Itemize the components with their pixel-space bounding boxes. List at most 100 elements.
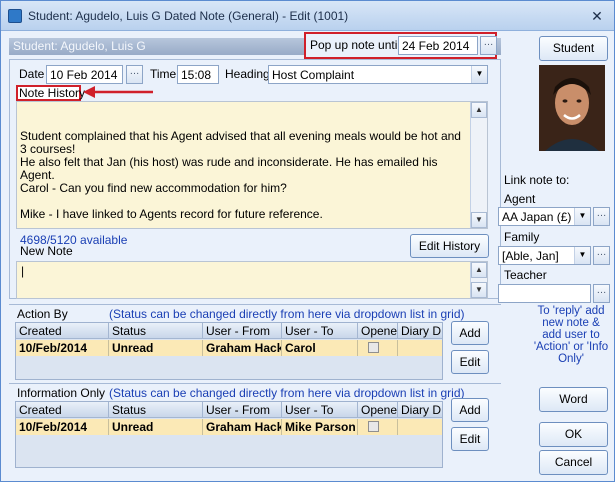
word-button[interactable]: Word	[539, 387, 608, 412]
cancel-button[interactable]: Cancel	[539, 450, 608, 475]
table-row[interactable]: 10/Feb/2014 Unread Graham Hack Carol	[16, 340, 442, 356]
cell-status[interactable]: Unread	[109, 340, 203, 356]
agent-lookup-button[interactable]: …	[593, 207, 610, 226]
red-arrow-annotation	[83, 86, 153, 98]
grid-header: Created Status User - From User - To Ope…	[16, 323, 442, 339]
table-row[interactable]: 10/Feb/2014 Unread Graham Hack Mike Pars…	[16, 419, 442, 435]
student-button-label: Student	[552, 41, 595, 55]
date-input[interactable]: 10 Feb 2014	[46, 65, 123, 84]
col-user-from[interactable]: User - From	[203, 402, 282, 418]
cell-created: 10/Feb/2014	[16, 419, 109, 435]
info-only-add-button[interactable]: Add	[451, 398, 489, 422]
col-diary[interactable]: Diary D	[398, 323, 442, 339]
time-label: Time	[150, 67, 177, 81]
action-by-hint: (Status can be changed directly from her…	[109, 307, 465, 321]
window-title: Student: Agudelo, Luis G Dated Note (Gen…	[28, 9, 349, 23]
info-edit-label: Edit	[459, 432, 481, 446]
teacher-label: Teacher	[504, 268, 547, 282]
heading-select[interactable]: Host Complaint ▼	[268, 65, 488, 84]
agent-select[interactable]: AA Japan (£) ▼	[498, 207, 591, 226]
cell-user-from: Graham Hack	[203, 419, 282, 435]
action-add-label: Add	[459, 326, 481, 340]
family-value: [Able, Jan]	[502, 249, 559, 263]
action-by-edit-button[interactable]: Edit	[451, 350, 489, 374]
col-opened[interactable]: Opene	[358, 323, 398, 339]
opened-checkbox[interactable]	[368, 421, 379, 432]
opened-checkbox[interactable]	[368, 342, 379, 353]
col-status[interactable]: Status	[109, 402, 203, 418]
popup-date-picker-button[interactable]: …	[480, 36, 497, 55]
cell-user-to: Mike Parson	[282, 419, 358, 435]
popup-until-label: Pop up note until	[310, 38, 401, 52]
col-status[interactable]: Status	[109, 323, 203, 339]
scroll-down-icon[interactable]: ▼	[471, 212, 487, 228]
close-icon[interactable]: ✕	[586, 7, 608, 25]
chevron-down-icon[interactable]: ▼	[574, 247, 590, 264]
agent-value: AA Japan (£)	[502, 210, 572, 224]
word-button-label: Word	[559, 392, 588, 406]
cell-user-to: Carol	[282, 340, 358, 356]
cell-created: 10/Feb/2014	[16, 340, 109, 356]
info-only-grid[interactable]: Created Status User - From User - To Ope…	[15, 401, 443, 468]
teacher-lookup-button[interactable]: …	[593, 284, 610, 303]
action-by-add-button[interactable]: Add	[451, 321, 489, 345]
cell-diary	[398, 419, 442, 435]
student-button[interactable]: Student	[539, 36, 608, 61]
col-user-from[interactable]: User - From	[203, 323, 282, 339]
edit-history-button[interactable]: Edit History	[410, 234, 489, 258]
cancel-button-label: Cancel	[554, 455, 593, 469]
info-only-edit-button[interactable]: Edit	[451, 427, 489, 451]
scroll-up-icon[interactable]: ▲	[471, 102, 487, 118]
ok-button-label: OK	[564, 427, 583, 441]
note-edit-window: Student: Agudelo, Luis G Dated Note (Gen…	[0, 0, 615, 482]
time-input[interactable]: 15:08	[177, 65, 219, 84]
family-select[interactable]: [Able, Jan] ▼	[498, 246, 591, 265]
date-label: Date	[19, 67, 45, 81]
info-only-title: Information Only	[17, 386, 106, 400]
reply-hint: To 'reply' add new note & add user to 'A…	[533, 305, 609, 365]
history-scrollbar[interactable]: ▲ ▼	[470, 102, 487, 228]
new-note-value: |	[21, 264, 25, 278]
ok-button[interactable]: OK	[539, 422, 608, 447]
app-icon	[8, 9, 22, 23]
col-created[interactable]: Created	[16, 402, 109, 418]
note-history-content: Student complained that his Agent advise…	[20, 129, 461, 221]
popup-until-date-input[interactable]: 24 Feb 2014	[398, 36, 478, 55]
cell-opened	[358, 419, 398, 435]
cell-opened	[358, 340, 398, 356]
heading-label: Heading	[225, 67, 270, 81]
agent-label: Agent	[504, 192, 536, 206]
student-photo-image	[539, 65, 605, 151]
col-opened[interactable]: Opene	[358, 402, 398, 418]
teacher-input[interactable]	[498, 284, 591, 303]
action-edit-label: Edit	[459, 355, 481, 369]
chevron-down-icon[interactable]: ▼	[574, 208, 590, 225]
col-created[interactable]: Created	[16, 323, 109, 339]
info-add-label: Add	[459, 403, 481, 417]
family-lookup-button[interactable]: …	[593, 246, 610, 265]
info-only-hint: (Status can be changed directly from her…	[109, 386, 465, 400]
heading-value: Host Complaint	[272, 68, 355, 82]
new-note-input[interactable]: | ▲ ▼	[16, 261, 488, 299]
title-bar: Student: Agudelo, Luis G Dated Note (Gen…	[1, 1, 614, 31]
chevron-down-icon[interactable]: ▼	[471, 66, 487, 83]
family-label: Family	[504, 230, 540, 244]
action-by-grid[interactable]: Created Status User - From User - To Ope…	[15, 322, 443, 380]
popup-until-highlight: Pop up note until 24 Feb 2014 …	[304, 32, 497, 59]
col-diary[interactable]: Diary D	[398, 402, 442, 418]
note-history-text[interactable]: Student complained that his Agent advise…	[16, 101, 488, 229]
col-user-to[interactable]: User - To	[282, 402, 358, 418]
cell-status[interactable]: Unread	[109, 419, 203, 435]
link-note-label: Link note to:	[504, 173, 570, 187]
scroll-down-icon[interactable]: ▼	[471, 282, 487, 298]
cell-diary	[398, 340, 442, 356]
student-photo	[539, 65, 605, 151]
edit-history-label: Edit History	[418, 239, 481, 253]
cell-user-from: Graham Hack	[203, 340, 282, 356]
new-note-scrollbar[interactable]: ▲ ▼	[470, 262, 487, 298]
col-user-to[interactable]: User - To	[282, 323, 358, 339]
grid-header: Created Status User - From User - To Ope…	[16, 402, 442, 418]
date-picker-button[interactable]: …	[126, 65, 143, 84]
scroll-up-icon[interactable]: ▲	[471, 262, 487, 278]
divider	[9, 304, 501, 305]
